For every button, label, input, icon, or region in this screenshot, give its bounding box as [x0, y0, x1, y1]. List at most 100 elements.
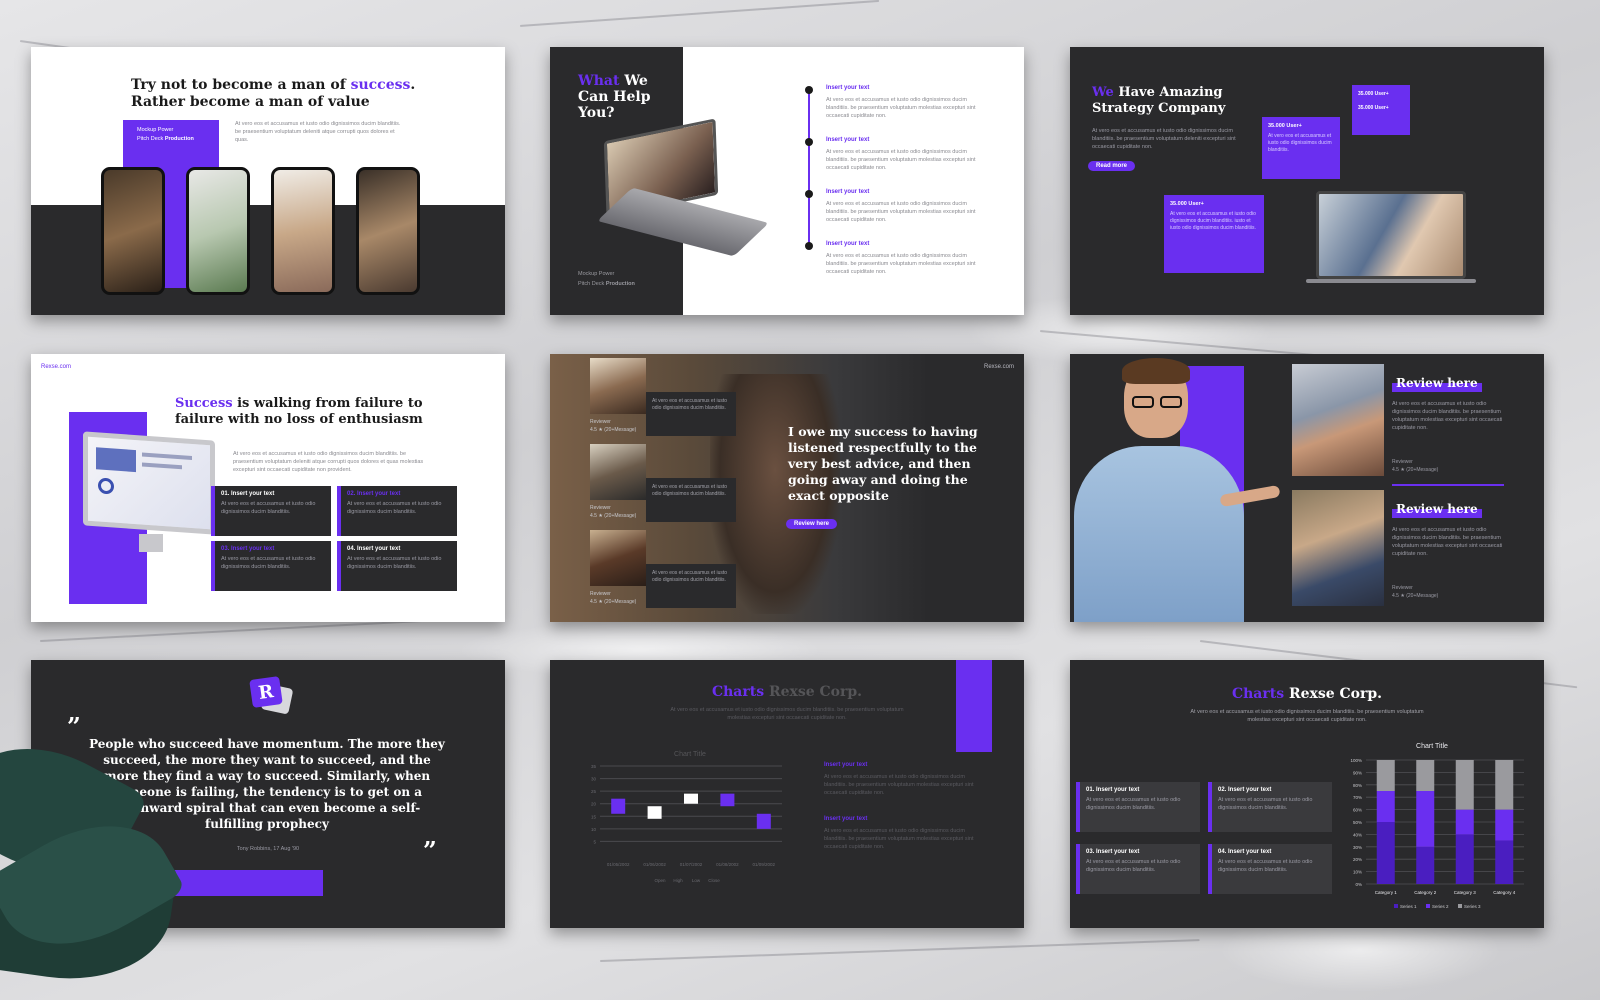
review-here-button[interactable]: Review here	[786, 519, 838, 529]
slide-charts-candles[interactable]: Charts Rexse Corp. At vero eos et accusa…	[550, 660, 1024, 928]
pitch-bold: Production	[605, 281, 635, 287]
review-card: At vero eos et accusamus et iusto odio d…	[646, 392, 736, 436]
y-tick-label: 70%	[1353, 795, 1362, 800]
quote-text: People who succeed have momentum. The mo…	[89, 737, 445, 831]
pitch-label: Pitch Deck	[578, 281, 605, 287]
divider	[1392, 484, 1504, 486]
slide-review-quote[interactable]: Rexse.com I owe my success to having lis…	[550, 354, 1024, 622]
reviewer-rating: 4.5 ★ (20+Message)	[590, 513, 637, 519]
item-heading: Insert your text	[824, 762, 868, 768]
stat-bubble: 35.000 User+ 35.000 User+	[1352, 85, 1410, 135]
x-tick-label: 01/07/2002	[680, 862, 703, 867]
feature-card: 03. Insert your text At vero eos et accus…	[211, 541, 331, 591]
reviewer-label: Reviewer	[1392, 459, 1413, 465]
reviewer-rating: 4.5 ★ (20+Message)	[1392, 467, 1439, 473]
monitor-stand	[139, 534, 163, 552]
card-heading: 04. Insert your text	[347, 546, 401, 552]
timeline-heading: Insert your text	[826, 85, 870, 91]
y-tick-label: 90%	[1353, 770, 1362, 775]
slide-title: Charts Rexse Corp.	[711, 684, 863, 700]
timeline-dot	[805, 190, 813, 198]
chart-title: Chart Title	[674, 751, 706, 758]
timeline-heading: Insert your text	[826, 241, 870, 247]
slide-what-we-can-help[interactable]: What We Can Help You? Mockup Power Pitch…	[550, 47, 1024, 315]
stat-head: 35.000 User+	[1268, 123, 1302, 129]
y-tick-label: 35	[591, 764, 597, 769]
phone-mockup	[356, 167, 420, 295]
slide-success-enthusiasm[interactable]: Rexse.com Success is walking from failur…	[31, 354, 505, 622]
slide-success-value[interactable]: Try not to become a man of success. Rath…	[31, 47, 505, 315]
stacked-bar-segment	[1416, 760, 1435, 791]
stacked-bar-segment	[1416, 791, 1435, 847]
candle-box	[756, 813, 771, 829]
purple-block	[956, 660, 992, 752]
x-tick-label: 01/06/2002	[643, 862, 666, 867]
card-body: At vero eos et accusamus et iusto odio d…	[347, 556, 442, 570]
x-tick-label: 01/05/2002	[607, 862, 630, 867]
slide-strategy-company[interactable]: We Have Amazing Strategy Company At vero…	[1070, 47, 1544, 315]
stacked-bar-segment	[1495, 809, 1514, 841]
legend-label: High	[673, 878, 683, 883]
x-tick-label: Category 1	[1375, 890, 1398, 895]
stat-head: 35.000 User+	[1358, 105, 1389, 111]
review-meta: Reviewer 4.5 ★ (20+Message)	[590, 504, 636, 520]
stat-body: At vero eos et accusamus et iusto odio d…	[1268, 133, 1332, 153]
timeline-dot	[805, 86, 813, 94]
logo: R	[249, 676, 294, 715]
read-more-button[interactable]: Read more	[1088, 161, 1136, 171]
feature-card: 04. Insert your text At vero eos et accus…	[1208, 844, 1332, 894]
stat-body: At vero eos et accusamus et iusto odio d…	[1170, 211, 1256, 231]
y-tick-label: 30%	[1353, 845, 1362, 850]
y-tick-label: 10%	[1353, 870, 1362, 875]
y-tick-label: 40%	[1353, 832, 1362, 837]
candlestick-chart: Chart Title 5 10 15 20 25 30 35 01/05/2002 01/06…	[591, 751, 782, 883]
phone-mockup	[101, 167, 165, 295]
x-tick-label: Category 2	[1414, 890, 1437, 895]
stacked-bar-segment	[1376, 791, 1395, 822]
reviewer-rating: 4.5 ★ (20+Message)	[590, 427, 637, 433]
close-quote-mark: ”	[423, 836, 437, 865]
stacked-bar-segment	[1455, 760, 1474, 810]
reviewer-photo	[590, 444, 646, 500]
card-body: At vero eos et accusamus et iusto odio d…	[221, 556, 316, 570]
review-text: At vero eos et accusamus et iusto odio d…	[652, 484, 728, 497]
review-card: At vero eos et accusamus et iusto odio d…	[646, 478, 736, 522]
card-heading: 02. Insert your text	[347, 491, 401, 497]
review-body: At vero eos et accusamus et iusto odio d…	[1392, 401, 1503, 431]
y-tick-label: 0%	[1355, 882, 1362, 887]
reviewer-label: Reviewer	[1392, 585, 1413, 591]
review-meta: Reviewer 4.5 ★ (20+Message)	[590, 590, 636, 606]
card-heading: 01. Insert your text	[1086, 787, 1140, 793]
legend-label: Series 3	[1464, 904, 1481, 909]
stacked-bar-chart: Chart Title 0% 10% 20% 30% 40% 50% 60% 70% 80% 90…	[1350, 743, 1524, 909]
slide-title: Try not to become a man of success. Rath…	[131, 77, 416, 110]
review-meta: Reviewer 4.5 ★ (20+Message)	[590, 418, 636, 434]
reviewer-photo	[590, 358, 646, 414]
stacked-bar-segment	[1376, 822, 1395, 884]
marble-vein	[599, 939, 1200, 962]
legend-label: Series 1	[1400, 904, 1417, 909]
y-tick-label: 80%	[1353, 783, 1362, 788]
stat-head: 35.000 User+	[1170, 201, 1204, 207]
pitch-bold: Production	[164, 136, 194, 142]
timeline-body: At vero eos et accusamus et iusto odio d…	[826, 149, 976, 171]
slide-quote-momentum[interactable]: R ” People who succeed have momentum. Th…	[31, 660, 505, 928]
reviewer-label: Reviewer	[590, 419, 611, 425]
card-body: At vero eos et accusamus et iusto odio d…	[347, 501, 442, 515]
mockup-label: Mockup Power	[137, 127, 174, 133]
feature-card: 02. Insert your text At vero eos et accus…	[337, 486, 457, 536]
slide-body: At vero eos et accusamus et iusto odio d…	[1092, 128, 1236, 150]
card-body: At vero eos et accusamus et iusto odio d…	[1218, 797, 1313, 811]
slide-body: At vero eos et accusamus et iusto odio d…	[233, 451, 424, 473]
stacked-bar-segment	[1455, 809, 1474, 835]
timeline-body: At vero eos et accusamus et iusto odio d…	[826, 253, 976, 275]
review-meta: Reviewer 4.5 ★ (20+Message)	[1392, 584, 1438, 600]
phone-mockup	[186, 167, 250, 295]
card-heading: 03. Insert your text	[221, 546, 275, 552]
card-body: At vero eos et accusamus et iusto odio d…	[1086, 797, 1181, 811]
slide-body: At vero eos et accusamus et iusto odio d…	[235, 121, 401, 143]
logo-letter: R	[257, 680, 275, 704]
slide-review-people[interactable]: Review here At vero eos et accusamus et i…	[1070, 354, 1544, 622]
slide-charts-stacked[interactable]: Charts Rexse Corp. At vero eos et accusa…	[1070, 660, 1544, 928]
y-tick-label: 10	[591, 827, 597, 832]
